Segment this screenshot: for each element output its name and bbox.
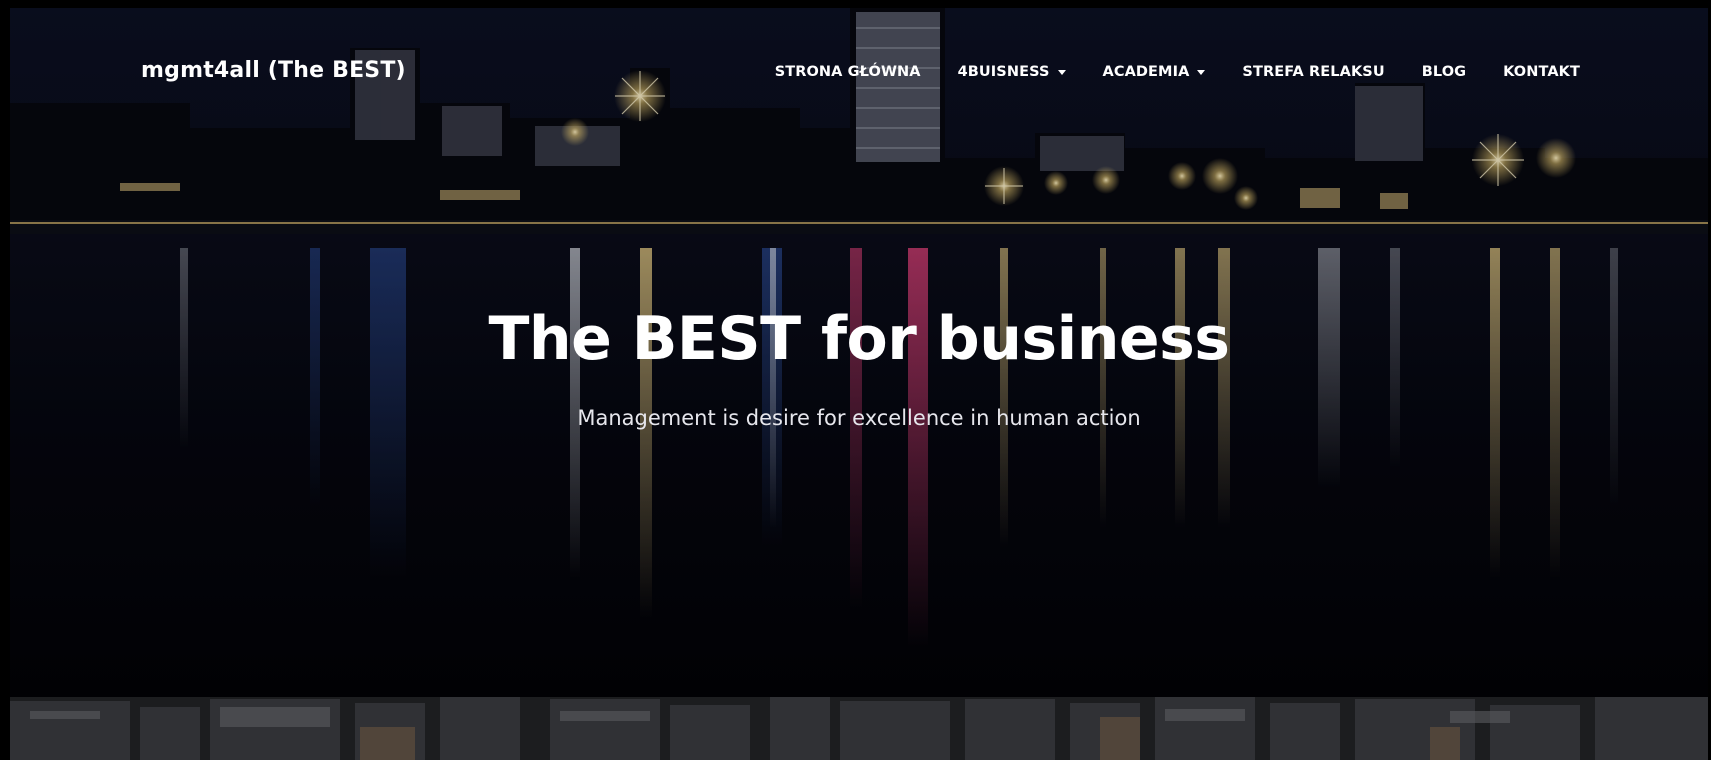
nav-item-label: ACADEMIA: [1102, 64, 1190, 80]
main-nav: STRONA GŁÓWNA 4BUISNESS ACADEMIA STREFA …: [738, 64, 1580, 80]
nav-item-strona-glowna[interactable]: STRONA GŁÓWNA: [775, 64, 921, 80]
hero-section: mgmt4all (The BEST) STRONA GŁÓWNA 4BUISN…: [10, 8, 1708, 697]
nav-item-4buisness[interactable]: 4BUISNESS: [958, 64, 1066, 80]
nav-item-strefa-relaksu[interactable]: STREFA RELAKSU: [1242, 64, 1384, 80]
nav-item-academia[interactable]: ACADEMIA: [1103, 64, 1206, 80]
caret-down-icon: [1197, 70, 1206, 75]
nav-item-kontakt[interactable]: KONTAKT: [1503, 64, 1580, 80]
next-section-aerial-image: [10, 697, 1708, 760]
hero-subtitle: Management is desire for excellence in h…: [577, 406, 1141, 430]
nav-item-label: STRONA GŁÓWNA: [774, 64, 921, 80]
nav-item-label: STREFA RELAKSU: [1242, 64, 1385, 80]
nav-item-label: BLOG: [1421, 64, 1467, 80]
aerial-city-image: [10, 697, 1708, 760]
navbar: mgmt4all (The BEST) STRONA GŁÓWNA 4BUISN…: [10, 8, 1708, 138]
brand-logo-link[interactable]: mgmt4all (The BEST): [141, 58, 406, 83]
nav-item-blog[interactable]: BLOG: [1422, 64, 1466, 80]
caret-down-icon: [1057, 70, 1066, 75]
nav-item-label: 4BUISNESS: [957, 64, 1050, 80]
hero-title: The BEST for business: [488, 304, 1230, 374]
nav-item-label: KONTAKT: [1503, 64, 1580, 80]
browser-viewport: mgmt4all (The BEST) STRONA GŁÓWNA 4BUISN…: [10, 8, 1708, 760]
